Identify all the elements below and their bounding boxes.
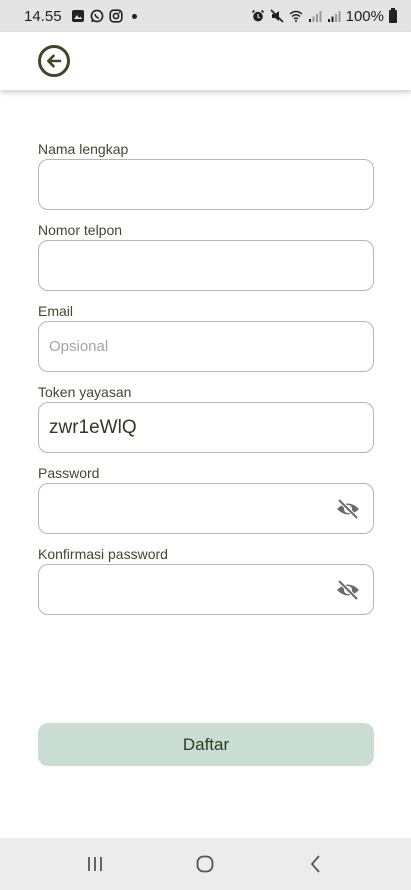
home-button[interactable] [185, 844, 225, 884]
instagram-icon [108, 9, 123, 23]
alarm-icon [251, 9, 264, 22]
status-time: 14.55 [24, 7, 62, 25]
arrow-left-circle-icon [47, 54, 62, 68]
gallery-icon [71, 10, 84, 22]
signal-icon [327, 11, 341, 22]
battery-percent: 100% [345, 7, 384, 25]
eye-off-icon [337, 579, 359, 600]
eye-off-icon [337, 498, 359, 519]
recents-button[interactable] [75, 844, 115, 884]
app-bar [0, 32, 411, 90]
confirm-password-visibility-toggle[interactable] [335, 579, 361, 601]
password-input[interactable] [39, 484, 373, 533]
register-button[interactable]: Daftar [38, 723, 374, 766]
confirm-password-input[interactable] [39, 565, 373, 614]
wifi-icon [289, 10, 303, 22]
battery-icon [389, 7, 397, 23]
whatsapp-icon [90, 9, 103, 23]
recents-icon [88, 857, 103, 871]
dot-icon [131, 13, 137, 19]
email-label: Email [38, 303, 74, 319]
home-icon [197, 855, 214, 873]
system-nav-bar [0, 838, 411, 890]
confirm-password-field: Konfirmasi password [38, 544, 374, 615]
phone-field: Nomor telpon [38, 220, 374, 291]
confirm-password-label: Konfirmasi password [38, 546, 168, 562]
full-name-input[interactable] [39, 160, 373, 209]
phone-label: Nomor telpon [38, 222, 123, 238]
mute-icon [270, 9, 284, 23]
signal-icon [308, 11, 322, 22]
back-chevron-icon [310, 855, 320, 873]
status-bar-left: 14.55 [24, 8, 137, 25]
password-input-box [38, 483, 374, 534]
token-input-box [38, 402, 374, 453]
phone-input-box [38, 240, 374, 291]
back-button[interactable] [38, 45, 70, 77]
register-screen: 14.55 100% Nama lengkap Nomor telpon Ema… [0, 0, 411, 890]
register-form: Nama lengkap Nomor telpon Email Token ya… [38, 139, 374, 625]
system-back-button[interactable] [296, 844, 336, 884]
full-name-input-box [38, 159, 374, 210]
token-input[interactable] [39, 403, 373, 452]
confirm-password-input-box [38, 564, 374, 615]
email-input[interactable] [39, 322, 373, 371]
status-bar: 14.55 100% [0, 0, 411, 32]
email-field: Email [38, 301, 374, 372]
full-name-field: Nama lengkap [38, 139, 374, 210]
password-label: Password [38, 465, 100, 481]
password-field: Password [38, 463, 374, 534]
email-input-box [38, 321, 374, 372]
token-label: Token yayasan [38, 384, 132, 400]
full-name-label: Nama lengkap [38, 141, 129, 157]
token-field: Token yayasan [38, 382, 374, 453]
phone-input[interactable] [39, 241, 373, 290]
password-visibility-toggle[interactable] [335, 498, 361, 520]
status-bar-right: 100% [251, 7, 397, 25]
